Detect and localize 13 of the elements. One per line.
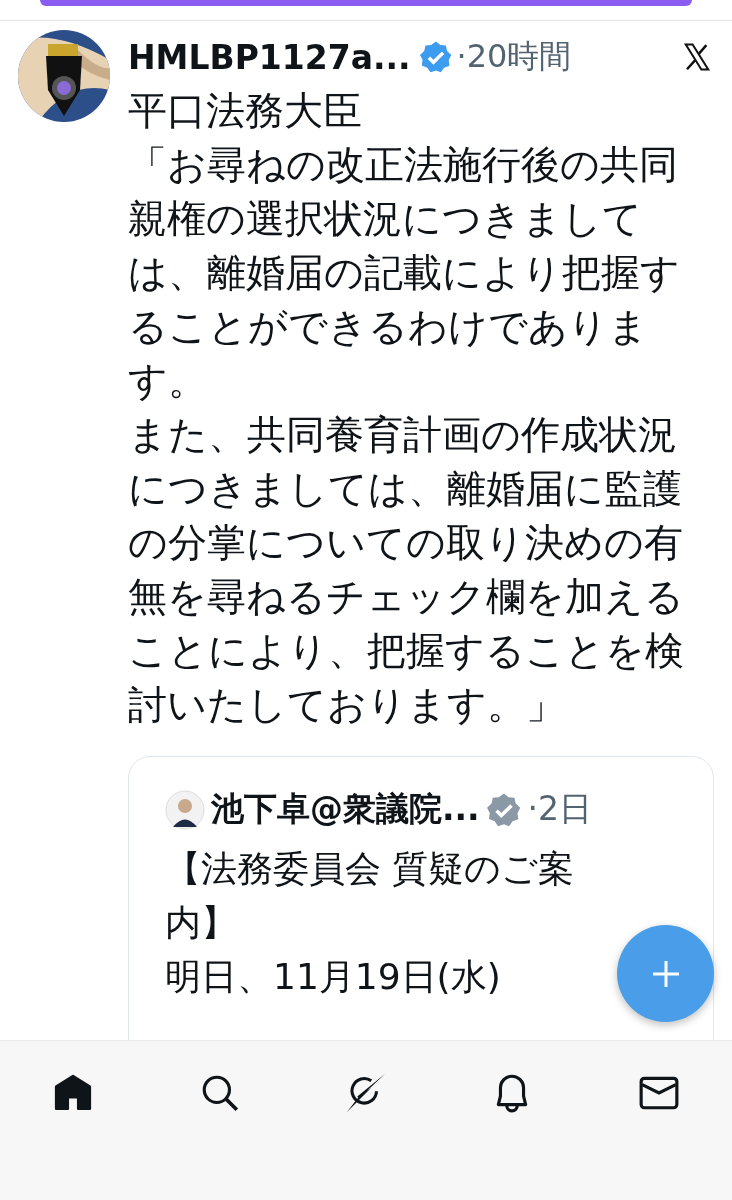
post-title: 平口法務大臣 (128, 87, 363, 135)
post-time: ·20時間 (456, 36, 572, 77)
quoted-post-title: 【法務委員会 質疑のご案内】 (165, 847, 576, 945)
x-logo-icon (682, 42, 712, 72)
post-text: また、共同養育計画の作成状況につきましては、離婚届に監護の分掌についての取り決めの有無を尋ねるチェック欄を加えることにより、把握することを検討いたしております。」 (128, 411, 685, 729)
post-text: 「お尋ねの改正法施行後の共同親権の選択状況につきましては、離婚届の記載により把握することができるわけであります。 (128, 141, 681, 405)
avatar-icon (165, 789, 205, 830)
quoted-post-text: 明日、11月19日(水) (165, 955, 502, 999)
compose-button[interactable] (617, 925, 714, 1022)
quoted-author-name: 池下卓@衆議院... (211, 788, 480, 830)
quoted-post-time: ·2日 (527, 788, 593, 830)
plus-icon (650, 958, 681, 989)
author-name[interactable]: HMLBP1127a... (128, 37, 411, 77)
